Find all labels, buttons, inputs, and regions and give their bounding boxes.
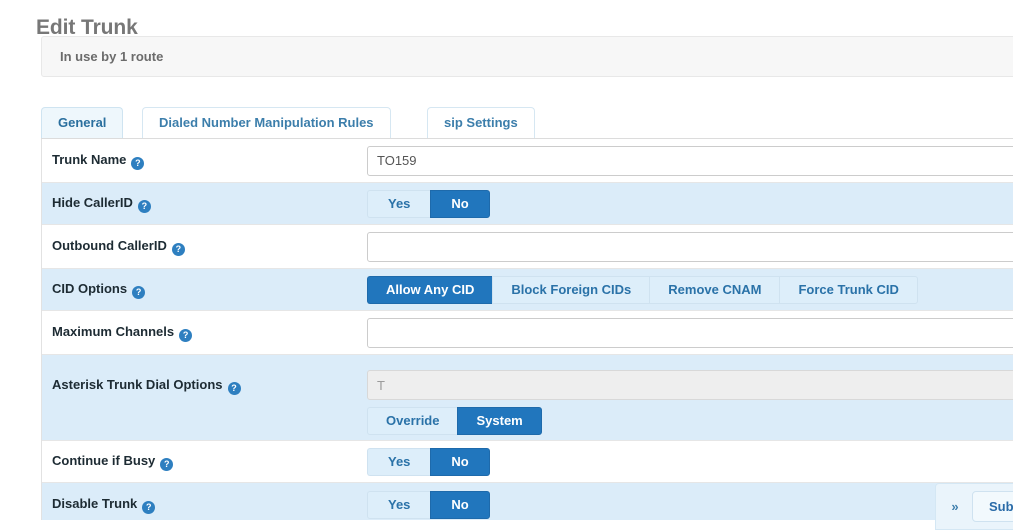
label-asterisk-trunk-dial-options-text: Asterisk Trunk Dial Options	[52, 377, 223, 392]
help-icon-outbound-callerid[interactable]: ?	[171, 242, 185, 256]
general-settings-form: Trunk Name? Hide CallerID? Yes No Outbou…	[41, 139, 1013, 527]
row-trunk-name: Trunk Name?	[42, 139, 1013, 183]
label-outbound-callerid: Outbound CallerID?	[52, 238, 185, 256]
cid-option-allow-any-cid[interactable]: Allow Any CID	[367, 275, 493, 304]
help-icon-cid-options[interactable]: ?	[132, 285, 146, 299]
tab-sip-settings[interactable]: sip Settings	[427, 107, 535, 139]
help-icon-asterisk-trunk-dial-options[interactable]: ?	[227, 382, 241, 395]
help-icon-hide-callerid[interactable]: ?	[137, 199, 151, 213]
row-asterisk-trunk-dial-options: Asterisk Trunk Dial Options? Override Sy…	[42, 355, 1013, 441]
continue-if-busy-option-yes[interactable]: Yes	[367, 447, 431, 476]
in-use-alert: In use by 1 route	[41, 36, 1013, 77]
disable-trunk-option-yes[interactable]: Yes	[367, 490, 431, 519]
cid-option-remove-cnam[interactable]: Remove CNAM	[649, 275, 780, 304]
continue-if-busy-option-no[interactable]: No	[430, 447, 490, 476]
cid-options-group: Allow Any CID Block Foreign CIDs Remove …	[367, 275, 918, 304]
help-icon-disable-trunk[interactable]: ?	[142, 500, 156, 514]
label-disable-trunk-text: Disable Trunk	[52, 495, 138, 511]
help-icon-maximum-channels[interactable]: ?	[179, 328, 193, 342]
label-asterisk-trunk-dial-options: Asterisk Trunk Dial Options?	[52, 377, 241, 395]
cid-option-force-trunk-cid[interactable]: Force Trunk CID	[779, 275, 918, 304]
submit-button[interactable]: Submit	[972, 491, 1013, 522]
help-icon-trunk-name[interactable]: ?	[131, 156, 145, 170]
page-bottom-spacer	[0, 520, 935, 530]
asterisk-dial-option-system[interactable]: System	[457, 407, 542, 435]
floating-submit-bar: » Submit	[935, 483, 1013, 530]
help-icon-continue-if-busy[interactable]: ?	[160, 457, 174, 471]
continue-if-busy-toggle: Yes No	[367, 447, 490, 476]
row-cid-options: CID Options? Allow Any CID Block Foreign…	[42, 269, 1013, 311]
asterisk-dial-option-override[interactable]: Override	[367, 407, 458, 435]
row-maximum-channels: Maximum Channels?	[42, 311, 1013, 355]
cid-option-block-foreign-cids[interactable]: Block Foreign CIDs	[492, 275, 650, 304]
outbound-callerid-input[interactable]	[367, 231, 1013, 262]
label-outbound-callerid-text: Outbound CallerID	[52, 237, 167, 253]
tab-bar: General Dialed Number Manipulation Rules…	[41, 107, 1013, 139]
label-cid-options: CID Options?	[52, 280, 146, 299]
label-continue-if-busy-text: Continue if Busy	[52, 452, 156, 468]
disable-trunk-option-no[interactable]: No	[430, 490, 490, 519]
disable-trunk-toggle: Yes No	[367, 490, 490, 519]
label-disable-trunk: Disable Trunk?	[52, 495, 156, 514]
tab-dialed-number-manipulation-rules[interactable]: Dialed Number Manipulation Rules	[142, 107, 391, 139]
label-cid-options-text: CID Options	[52, 280, 128, 296]
label-maximum-channels-text: Maximum Channels	[52, 323, 175, 339]
row-hide-callerid: Hide CallerID? Yes No	[42, 183, 1013, 225]
maximum-channels-input[interactable]	[367, 317, 1013, 348]
trunk-name-input[interactable]	[367, 145, 1013, 176]
label-trunk-name: Trunk Name?	[52, 151, 145, 170]
asterisk-trunk-dial-options-group: Override System	[367, 407, 542, 435]
label-hide-callerid-text: Hide CallerID	[52, 194, 133, 210]
chevron-right-icon[interactable]: »	[944, 492, 966, 522]
asterisk-trunk-dial-options-input	[367, 370, 1013, 400]
row-continue-if-busy: Continue if Busy? Yes No	[42, 441, 1013, 483]
in-use-alert-text: In use by 1 route	[60, 49, 164, 64]
label-hide-callerid: Hide CallerID?	[52, 195, 151, 213]
row-outbound-callerid: Outbound CallerID?	[42, 225, 1013, 269]
hide-callerid-option-no[interactable]: No	[430, 189, 490, 218]
label-continue-if-busy: Continue if Busy?	[52, 452, 174, 471]
hide-callerid-option-yes[interactable]: Yes	[367, 189, 431, 218]
hide-callerid-toggle: Yes No	[367, 189, 490, 218]
tab-general[interactable]: General	[41, 107, 124, 139]
edit-trunk-page: Edit Trunk In use by 1 route General Dia…	[0, 0, 1013, 530]
label-trunk-name-text: Trunk Name	[52, 151, 127, 167]
label-maximum-channels: Maximum Channels?	[52, 323, 193, 342]
